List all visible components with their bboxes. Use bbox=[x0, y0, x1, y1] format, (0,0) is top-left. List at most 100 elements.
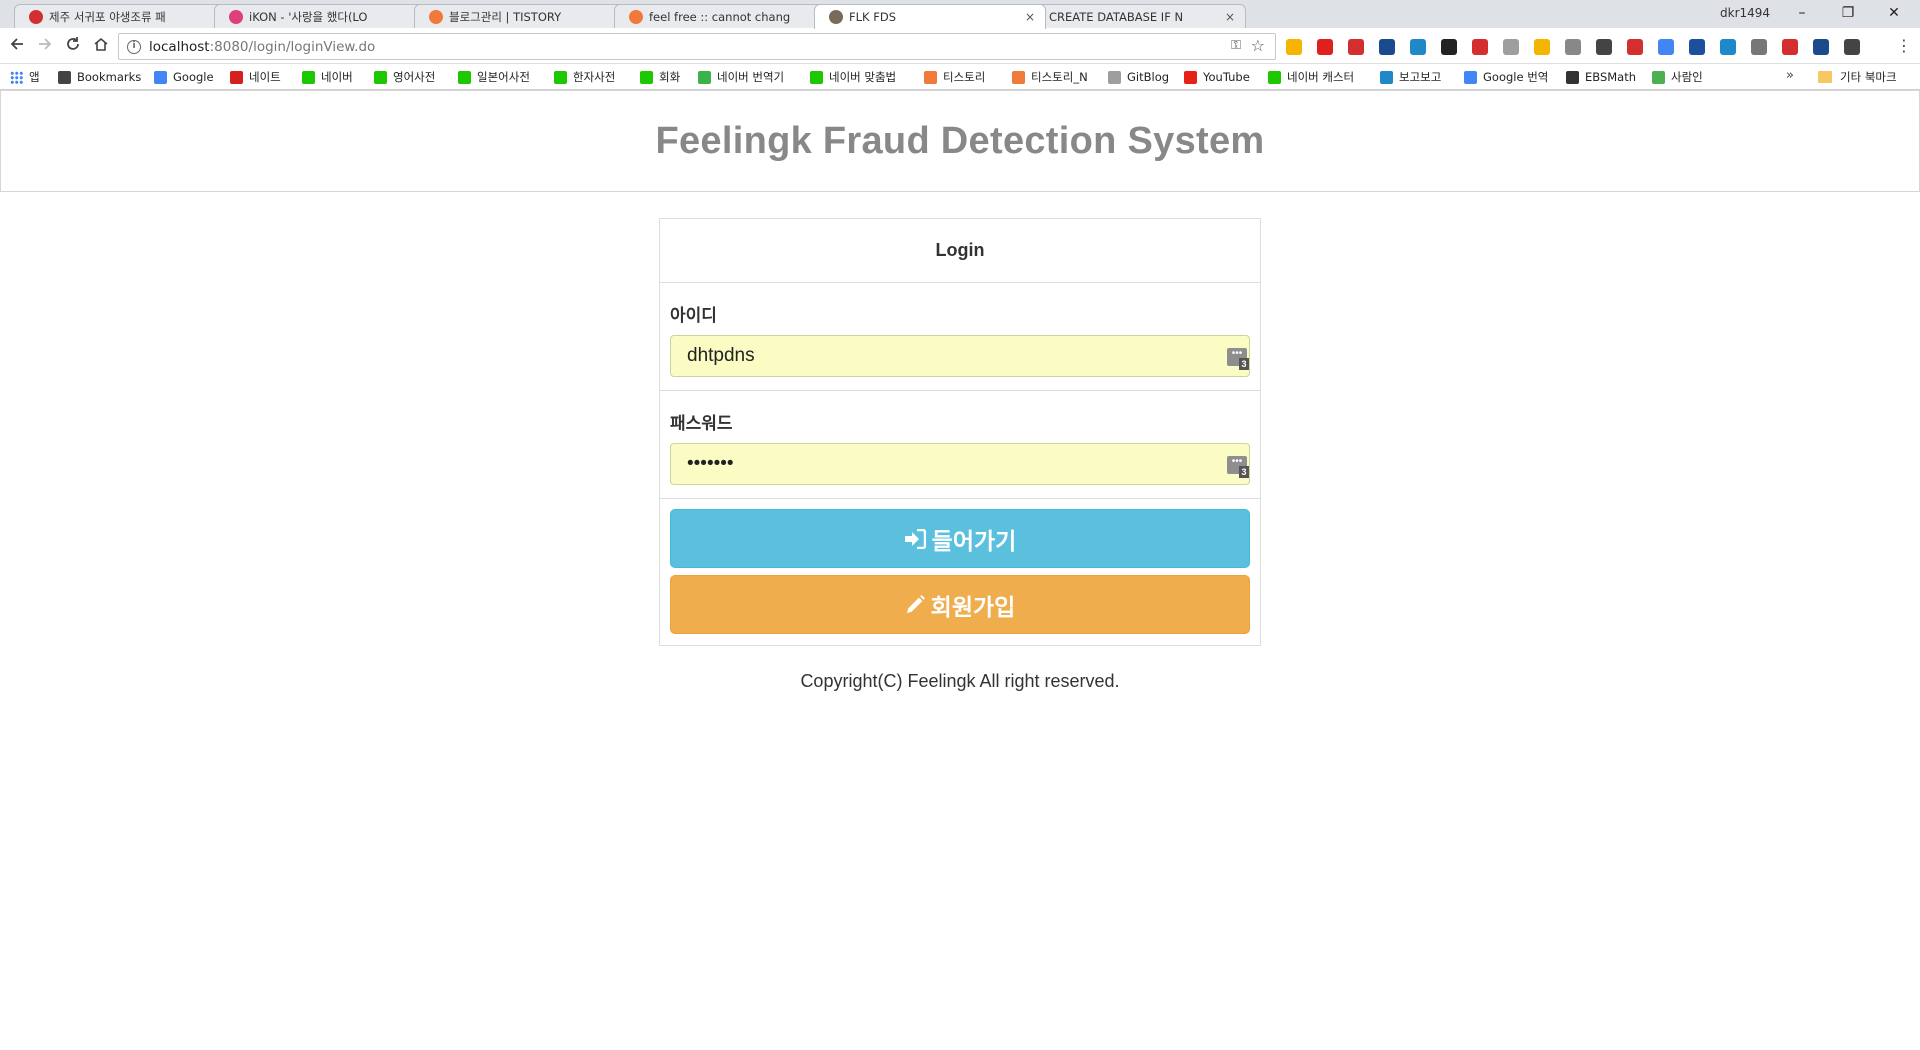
back-button[interactable] bbox=[6, 36, 28, 58]
tab-strip: dkr1494 – ❐ ✕ 제주 서귀포 야생조류 패×iKON - '사랑을 … bbox=[0, 0, 1920, 29]
adblock-ext-icon[interactable] bbox=[1348, 39, 1364, 55]
tab-title: 블로그관리 | TISTORY bbox=[449, 9, 562, 24]
bookmark-item[interactable]: Google 번역 bbox=[1464, 69, 1548, 85]
profile-name[interactable]: dkr1494 bbox=[1720, 6, 1770, 20]
document-icon bbox=[1108, 70, 1121, 84]
forward-ext-icon[interactable] bbox=[1472, 39, 1488, 55]
key-icon[interactable]: ⚿ bbox=[1231, 38, 1241, 53]
bookmark-item[interactable]: 네이버 bbox=[302, 69, 353, 85]
bookmark-item[interactable]: 회화 bbox=[640, 69, 680, 85]
reload-button[interactable] bbox=[62, 36, 84, 58]
bookmark-item[interactable]: Google bbox=[154, 69, 214, 85]
crown-ext-icon[interactable] bbox=[1286, 39, 1302, 55]
google-icon bbox=[154, 70, 167, 84]
bookmarks-bar: » 기타 북마크 앱 Bookmarks Google 네이트 네이버 영어사전 일본어사전… bbox=[0, 64, 1920, 90]
dict-icon bbox=[640, 70, 653, 84]
camera-ext-icon[interactable] bbox=[1751, 39, 1767, 55]
button-area: 들어가기 회원가입 bbox=[660, 499, 1260, 634]
signup-button-label: 회원가입 bbox=[930, 594, 1016, 621]
window-ext-icon[interactable] bbox=[1844, 39, 1860, 55]
url-path: :8080/login/loginView.do bbox=[209, 38, 376, 55]
other-bookmarks-folder[interactable]: 기타 북마크 bbox=[1818, 69, 1897, 85]
bookmark-label: 네이버 번역기 bbox=[717, 70, 785, 84]
bookmark-label: 회화 bbox=[659, 70, 681, 84]
hanja-ext-icon[interactable] bbox=[1689, 39, 1705, 55]
bookmark-label: 사람인 bbox=[1671, 70, 1703, 84]
tab-title: 제주 서귀포 야생조류 패 bbox=[49, 9, 166, 24]
home-button[interactable] bbox=[90, 36, 112, 58]
forward-arrow-icon bbox=[39, 38, 52, 50]
bookmark-star-icon[interactable]: ☆ bbox=[1251, 36, 1265, 55]
bookmark-item[interactable]: 앱 bbox=[10, 69, 40, 85]
translate-icon bbox=[1464, 70, 1477, 84]
page-header: Feelingk Fraud Detection System bbox=[0, 90, 1920, 192]
restore-button[interactable]: ❐ bbox=[1826, 2, 1870, 24]
bookmark-item[interactable]: 사람인 bbox=[1652, 69, 1703, 85]
close-window-button[interactable]: ✕ bbox=[1872, 2, 1916, 24]
browser-tab[interactable]: iKON - '사랑을 했다(LO× bbox=[214, 4, 446, 28]
login-button[interactable]: 들어가기 bbox=[670, 509, 1250, 568]
bookmark-label: EBSMath bbox=[1585, 70, 1637, 84]
tistory-icon bbox=[1012, 70, 1025, 84]
sync-ext-icon[interactable] bbox=[1720, 39, 1736, 55]
bookmark-item[interactable]: 영어사전 bbox=[374, 69, 435, 85]
folder-ext-icon[interactable] bbox=[1534, 39, 1550, 55]
site-info-icon[interactable]: i bbox=[127, 39, 141, 54]
screen-ext-icon[interactable] bbox=[1503, 39, 1519, 55]
play-icon bbox=[1268, 70, 1281, 84]
address-bar[interactable]: i localhost :8080/login/loginView.do ⚿ ☆ bbox=[118, 33, 1276, 60]
password-input[interactable]: ••••••• ••• 3 bbox=[670, 443, 1250, 485]
id-input[interactable]: dhtpdns ••• 3 bbox=[670, 335, 1250, 377]
bookmark-item[interactable]: EBSMath bbox=[1566, 69, 1636, 85]
bookmark-item[interactable]: 네이트 bbox=[230, 69, 281, 85]
translate-ext-icon[interactable] bbox=[1658, 39, 1674, 55]
tab-close-icon[interactable]: × bbox=[1223, 10, 1237, 24]
tab-close-icon[interactable]: × bbox=[1023, 10, 1037, 24]
bookmark-item[interactable]: 네이버 맞춤법 bbox=[810, 69, 896, 85]
kindle-ext-icon[interactable] bbox=[1441, 39, 1457, 55]
bookmark-item[interactable]: 네이버 캐스터 bbox=[1268, 69, 1354, 85]
block-ext-icon[interactable] bbox=[1813, 39, 1829, 55]
bookmark-ext-icon[interactable] bbox=[1782, 39, 1798, 55]
opera-ext-icon[interactable] bbox=[1317, 39, 1333, 55]
bookmark-item[interactable]: GitBlog bbox=[1108, 69, 1169, 85]
browser-tab[interactable]: 블로그관리 | TISTORY× bbox=[414, 4, 646, 28]
browser-tab[interactable]: FLK FDS × bbox=[814, 4, 1046, 29]
chrome-menu-icon[interactable]: ⋮ bbox=[1896, 36, 1912, 55]
sign-in-icon bbox=[904, 528, 926, 549]
naver-icon bbox=[302, 70, 315, 84]
browser-tab[interactable]: feel free :: cannot chang× bbox=[614, 4, 846, 28]
page-title: Feelingk Fraud Detection System bbox=[655, 119, 1265, 162]
bookmark-item[interactable]: 네이버 번역기 bbox=[698, 69, 784, 85]
globe-ext-icon[interactable] bbox=[1410, 39, 1426, 55]
browser-toolbar: i localhost :8080/login/loginView.do ⚿ ☆… bbox=[0, 28, 1920, 64]
bookmark-label: Bookmarks bbox=[77, 70, 142, 84]
bookmark-label: GitBlog bbox=[1127, 70, 1170, 84]
bookmark-item[interactable]: 보고보고 bbox=[1380, 69, 1441, 85]
bookmark-item[interactable]: 한자사전 bbox=[554, 69, 615, 85]
tab-title: iKON - '사랑을 했다(LO bbox=[249, 9, 368, 24]
browser-tab[interactable]: CREATE DATABASE IF N × bbox=[1014, 4, 1246, 28]
id-field-group: 아이디 dhtpdns ••• 3 bbox=[660, 283, 1260, 391]
password-manager-icon[interactable]: ••• 3 bbox=[1227, 456, 1249, 478]
id-label: 아이디 bbox=[670, 306, 717, 326]
mail-ext-icon[interactable] bbox=[1627, 39, 1643, 55]
bookmark-item[interactable]: 티스토리 bbox=[924, 69, 985, 85]
forward-button[interactable] bbox=[34, 36, 56, 58]
bookmark-item[interactable]: 티스토리_N bbox=[1012, 69, 1088, 85]
bookmark-item[interactable]: YouTube bbox=[1184, 69, 1250, 85]
tab-favicon-icon bbox=[429, 9, 443, 24]
bookmark-item[interactable]: Bookmarks bbox=[58, 69, 141, 85]
pocket-ext-icon[interactable] bbox=[1596, 39, 1612, 55]
login-button-label: 들어가기 bbox=[931, 528, 1017, 555]
password-manager-icon[interactable]: ••• 3 bbox=[1227, 348, 1249, 370]
bookmarks-overflow-button[interactable]: » bbox=[1786, 68, 1794, 83]
tab-favicon-icon bbox=[829, 10, 843, 24]
notion-ext-icon[interactable] bbox=[1565, 39, 1581, 55]
signup-button[interactable]: 회원가입 bbox=[670, 575, 1250, 634]
bookmark-item[interactable]: 일본어사전 bbox=[458, 69, 530, 85]
vimeo-ext-icon[interactable] bbox=[1379, 39, 1395, 55]
minimize-button[interactable]: – bbox=[1780, 2, 1824, 24]
ebsmath-icon bbox=[1566, 70, 1579, 84]
browser-tab[interactable]: 제주 서귀포 야생조류 패× bbox=[14, 4, 246, 28]
